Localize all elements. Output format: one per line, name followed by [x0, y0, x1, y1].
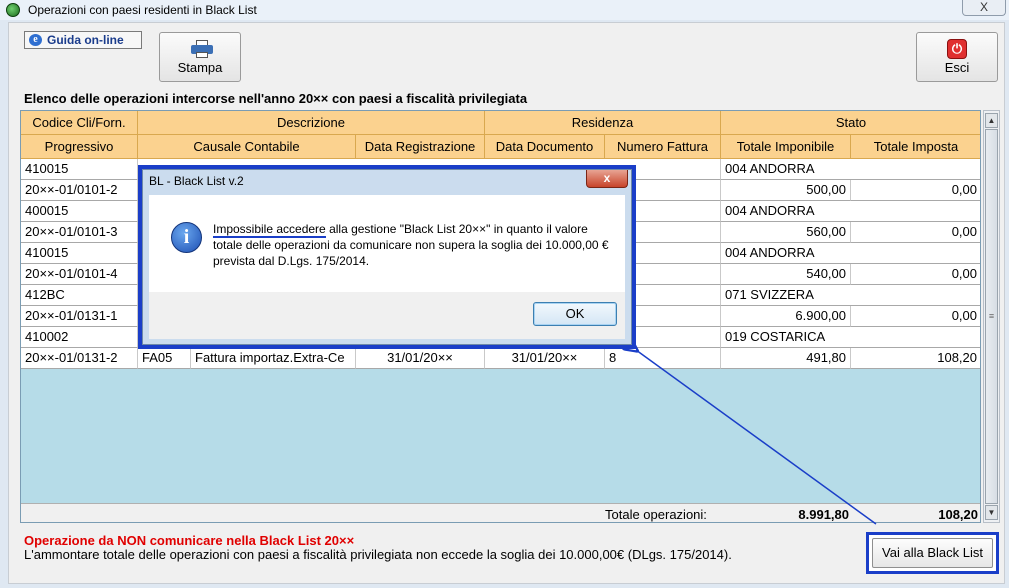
header-causale: Causale Contabile [138, 135, 356, 159]
cell-imposta[interactable]: 108,20 [851, 348, 980, 369]
cell-imponibile[interactable]: 560,00 [721, 222, 851, 243]
cell-progressivo[interactable]: 20××-01/0101-2 [21, 180, 138, 201]
header-data-registrazione: Data Registrazione [356, 135, 485, 159]
cell-codice[interactable]: 410002 [21, 327, 138, 348]
dialog-body: i Impossibile accedere alla gestione "Bl… [149, 195, 625, 292]
cell-stato[interactable]: 071 SVIZZERA [721, 285, 980, 306]
warning-title: Operazione da NON comunicare nella Black… [24, 533, 355, 548]
cell-imponibile[interactable]: 500,00 [721, 180, 851, 201]
cell-progressivo[interactable]: 20××-01/0101-4 [21, 264, 138, 285]
header-descrizione: Descrizione [138, 111, 485, 135]
cell-imponibile[interactable]: 6.900,00 [721, 306, 851, 327]
window-title: Operazioni con paesi residenti in Black … [28, 3, 257, 17]
header-stato: Stato [721, 111, 980, 135]
ie-icon: e [29, 34, 42, 46]
cell-imposta[interactable]: 0,00 [851, 264, 980, 285]
cell-imposta[interactable]: 0,00 [851, 222, 980, 243]
cell-stato[interactable]: 004 ANDORRA [721, 201, 980, 222]
printer-icon [191, 40, 213, 58]
vai-alla-black-list-button[interactable]: Vai alla Black List [872, 538, 993, 568]
globe-icon [6, 3, 20, 17]
window-close-button[interactable]: X [962, 0, 1006, 16]
header-totale-imponibile: Totale Imponibile [721, 135, 851, 159]
section-title: Elenco delle operazioni intercorse nell'… [24, 91, 528, 106]
dialog-title: BL - Black List v.2 [149, 174, 244, 188]
info-icon: i [171, 222, 202, 253]
guida-online-button[interactable]: e Guida on-line [24, 31, 142, 49]
dialog-message: Impossibile accedere alla gestione "Blac… [213, 221, 613, 269]
scroll-thumb[interactable]: ≡ [985, 129, 998, 504]
dialog-close-button[interactable]: x [586, 170, 628, 188]
cell-imposta[interactable]: 0,00 [851, 306, 980, 327]
scroll-down-arrow-icon[interactable]: ▼ [985, 505, 998, 520]
cell-codice[interactable]: 410015 [21, 243, 138, 264]
scroll-up-arrow-icon[interactable]: ▲ [985, 113, 998, 128]
cell-data-documento[interactable]: 31/01/20×× [485, 348, 605, 369]
cell-codice[interactable]: 410015 [21, 159, 138, 180]
header-totale-imposta: Totale Imposta [851, 135, 980, 159]
cell-stato[interactable]: 004 ANDORRA [721, 159, 980, 180]
cell-imponibile[interactable]: 540,00 [721, 264, 851, 285]
cell-stato[interactable]: 004 ANDORRA [721, 243, 980, 264]
cell-codice[interactable]: 400015 [21, 201, 138, 222]
stampa-label: Stampa [177, 60, 223, 75]
cell-causale[interactable]: FA05 [138, 348, 191, 369]
cell-data-registrazione[interactable]: 31/01/20×× [356, 348, 485, 369]
ok-button[interactable]: OK [533, 302, 617, 326]
header-progressivo: Progressivo [21, 135, 138, 159]
vai-alla-black-list-button-highlight: Vai alla Black List [866, 532, 999, 574]
warning-text: L'ammontare totale delle operazioni con … [24, 547, 732, 562]
totals-row: Totale operazioni: 8.991,80 108,20 [21, 503, 980, 522]
header-numero-fattura: Numero Fattura [605, 135, 721, 159]
esci-button[interactable]: ⏻ Esci [916, 32, 998, 82]
cell-numero-fattura[interactable]: 8 [605, 348, 721, 369]
header-codice: Codice Cli/Forn. [21, 111, 138, 135]
cell-codice[interactable]: 412BC [21, 285, 138, 306]
total-imponibile: 8.991,80 [798, 507, 849, 522]
guida-label: Guida on-line [47, 33, 124, 47]
grid-scrollbar[interactable]: ▲ ≡ ▼ [983, 110, 1000, 523]
cell-imponibile[interactable]: 491,80 [721, 348, 851, 369]
total-label: Totale operazioni: [605, 507, 707, 522]
cell-imposta[interactable]: 0,00 [851, 180, 980, 201]
cell-descrizione[interactable]: Fattura importaz.Extra-Ce [191, 348, 356, 369]
cell-stato[interactable]: 019 COSTARICA [721, 327, 980, 348]
cell-progressivo[interactable]: 20××-01/0131-2 [21, 348, 138, 369]
stampa-button[interactable]: Stampa [159, 32, 241, 82]
title-bar: Operazioni con paesi residenti in Black … [0, 0, 1009, 20]
cell-progressivo[interactable]: 20××-01/0131-1 [21, 306, 138, 327]
cell-progressivo[interactable]: 20××-01/0101-3 [21, 222, 138, 243]
esci-label: Esci [944, 60, 970, 75]
header-residenza: Residenza [485, 111, 721, 135]
dialog-message-highlight: Impossibile accedere [213, 222, 326, 238]
message-dialog: BL - Black List v.2 x i Impossibile acce… [142, 169, 632, 345]
power-icon: ⏻ [947, 39, 967, 59]
header-data-documento: Data Documento [485, 135, 605, 159]
total-imposta: 108,20 [938, 507, 978, 522]
dialog-footer: OK [149, 292, 625, 339]
